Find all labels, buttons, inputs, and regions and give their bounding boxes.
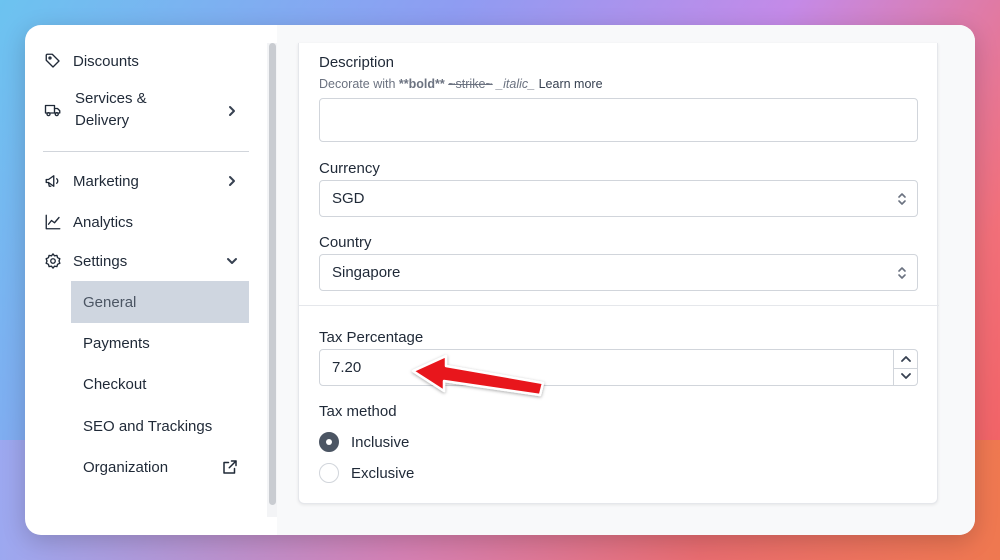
sidebar-item-services-delivery[interactable]: Services & Delivery [43, 87, 249, 133]
gear-icon [43, 251, 63, 271]
chevron-up-icon [901, 356, 911, 363]
help-prefix: Decorate with [319, 77, 399, 91]
megaphone-icon [43, 171, 63, 191]
app-window: Discounts Services & Delivery Marketing [25, 25, 975, 535]
description-input[interactable] [319, 98, 918, 142]
main-content: Description Decorate with **bold** ~stri… [277, 25, 975, 535]
sidebar-sub-item-seo-trackings[interactable]: SEO and Trackings [71, 405, 249, 447]
sidebar: Discounts Services & Delivery Marketing [25, 25, 265, 535]
radio-label: Inclusive [351, 433, 410, 451]
currency-select[interactable]: SGD [319, 180, 918, 217]
sidebar-item-label: Settings [73, 252, 128, 270]
country-label: Country [319, 234, 372, 251]
sidebar-sub-item-label: General [83, 293, 137, 311]
learn-more-link[interactable]: Learn more [539, 77, 603, 91]
select-updown-icon [897, 192, 907, 206]
tax-method-inclusive-option[interactable]: Inclusive [319, 432, 409, 452]
currency-label: Currency [319, 160, 380, 177]
tax-percentage-input[interactable]: 7.20 [319, 349, 918, 386]
step-down-button[interactable] [894, 367, 918, 386]
radio-exclusive[interactable] [319, 463, 339, 483]
tax-percentage-value: 7.20 [332, 359, 362, 376]
sidebar-item-discounts[interactable]: Discounts [43, 49, 249, 73]
country-value: Singapore [332, 264, 401, 281]
help-bold: **bold** [398, 77, 445, 91]
sidebar-sub-item-checkout[interactable]: Checkout [71, 363, 249, 405]
sidebar-item-settings[interactable]: Settings [43, 249, 249, 273]
sidebar-item-marketing[interactable]: Marketing [43, 169, 249, 193]
sidebar-item-label: Analytics [73, 213, 134, 231]
sidebar-divider [43, 151, 249, 152]
sidebar-sub-item-label: Checkout [83, 375, 147, 393]
radio-inclusive[interactable] [319, 432, 339, 452]
help-strike: ~strike~ [448, 77, 493, 91]
truck-icon [43, 100, 63, 120]
chevron-down-icon [901, 373, 911, 380]
sidebar-sub-item-label: Payments [83, 334, 150, 352]
sidebar-item-label-line2: Delivery [75, 112, 130, 129]
help-italic: _italic_ [496, 77, 536, 91]
sidebar-sub-item-general[interactable]: General [71, 281, 249, 323]
chevron-down-icon [225, 254, 239, 268]
description-label: Description [319, 54, 395, 71]
sidebar-scrollbar-thumb[interactable] [269, 43, 276, 505]
chevron-right-icon [225, 103, 239, 117]
tax-method-label: Tax method [319, 403, 397, 420]
chart-line-icon [43, 212, 63, 232]
country-select[interactable]: Singapore [319, 254, 918, 291]
number-stepper [893, 350, 918, 386]
section-divider [299, 305, 939, 306]
chevron-right-icon [225, 174, 239, 188]
sidebar-item-analytics[interactable]: Analytics [43, 210, 249, 234]
sidebar-item-label: Services & [75, 90, 147, 107]
step-up-button[interactable] [894, 350, 918, 368]
currency-value: SGD [332, 190, 365, 207]
sidebar-sub-item-organization[interactable]: Organization [71, 446, 249, 488]
sidebar-sub-item-payments[interactable]: Payments [71, 322, 249, 364]
external-link-icon[interactable] [221, 458, 239, 476]
sidebar-item-label: Marketing [73, 172, 139, 190]
tag-icon [43, 51, 63, 71]
tax-method-exclusive-option[interactable]: Exclusive [319, 463, 414, 483]
select-updown-icon [897, 266, 907, 280]
settings-form-card: Description Decorate with **bold** ~stri… [298, 43, 939, 504]
sidebar-item-label: Discounts [73, 52, 139, 70]
sidebar-sub-item-label: SEO and Trackings [83, 417, 213, 435]
sidebar-sub-item-label: Organization [83, 458, 169, 476]
description-help-text: Decorate with **bold** ~strike~ _italic_… [319, 77, 603, 91]
radio-label: Exclusive [351, 464, 415, 482]
tax-percentage-label: Tax Percentage [319, 329, 424, 346]
